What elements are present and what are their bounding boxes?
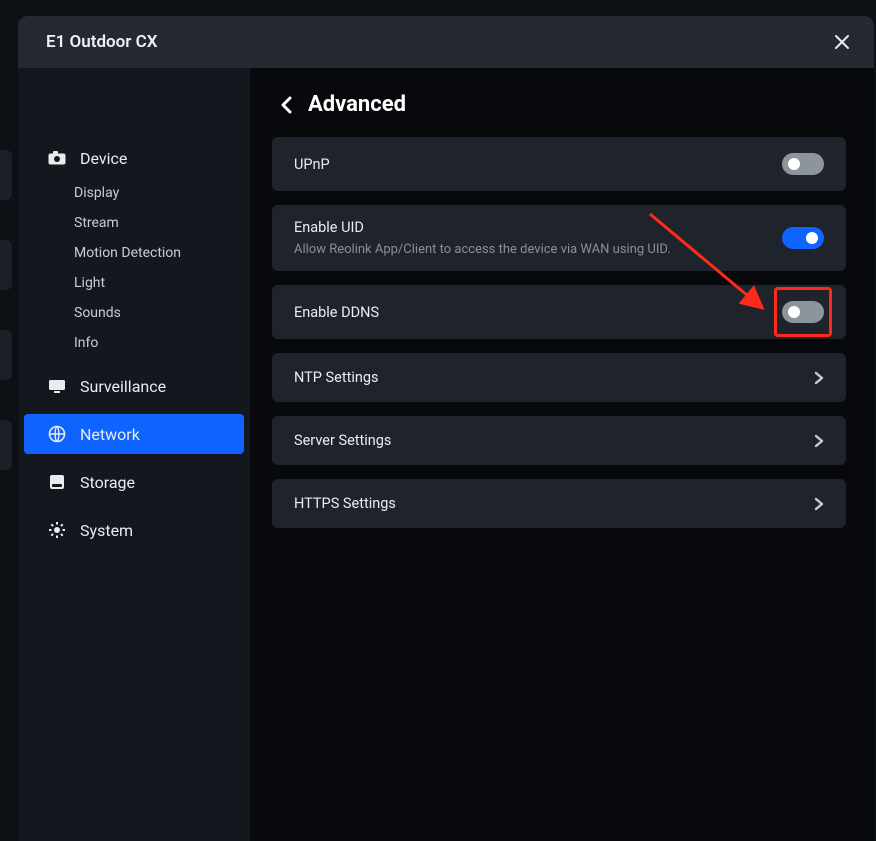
sidebar: Device Display Stream Motion Detection L…	[18, 68, 250, 841]
sidebar-sub-info[interactable]: Info	[74, 328, 250, 358]
toggle-ddns[interactable]	[782, 301, 824, 323]
sidebar-item-network[interactable]: Network	[24, 414, 244, 454]
setting-label: HTTPS Settings	[294, 495, 396, 512]
sidebar-item-system[interactable]: System	[18, 510, 250, 550]
page-header: Advanced	[276, 92, 846, 117]
setting-label: Enable UID	[294, 219, 671, 236]
sidebar-item-storage[interactable]: Storage	[18, 462, 250, 502]
monitor-icon	[48, 377, 66, 395]
chevron-right-icon	[814, 434, 824, 448]
setting-label: Enable DDNS	[294, 304, 379, 321]
setting-row-uid: Enable UID Allow Reolink App/Client to a…	[272, 205, 846, 271]
globe-icon	[48, 425, 66, 443]
setting-row-ntp[interactable]: NTP Settings	[272, 353, 846, 402]
content-area: Advanced UPnP Enable UID Allow Reolink A…	[250, 68, 874, 841]
titlebar: E1 Outdoor CX	[18, 16, 874, 68]
setting-row-upnp: UPnP	[272, 137, 846, 191]
sidebar-sub-stream[interactable]: Stream	[74, 208, 250, 238]
setting-label: UPnP	[294, 156, 330, 173]
setting-description: Allow Reolink App/Client to access the d…	[294, 242, 671, 257]
sidebar-item-label: Surveillance	[80, 377, 166, 396]
toggle-knob	[788, 158, 800, 170]
sidebar-sub-motion-detection[interactable]: Motion Detection	[74, 238, 250, 268]
sidebar-item-device[interactable]: Device	[18, 138, 250, 178]
setting-row-server[interactable]: Server Settings	[272, 416, 846, 465]
close-icon	[833, 33, 851, 51]
toggle-knob	[788, 306, 800, 318]
back-button[interactable]	[276, 94, 298, 116]
settings-window: E1 Outdoor CX Device Display Stream Moti…	[18, 16, 874, 841]
window-title: E1 Outdoor CX	[46, 32, 157, 52]
chevron-left-icon	[280, 96, 294, 114]
setting-row-ddns: Enable DDNS	[272, 285, 846, 339]
sidebar-item-label: Device	[80, 149, 127, 168]
setting-row-https[interactable]: HTTPS Settings	[272, 479, 846, 528]
sidebar-item-label: Storage	[80, 473, 135, 492]
sidebar-sub-light[interactable]: Light	[74, 268, 250, 298]
background-shelf-tabs	[0, 150, 12, 470]
toggle-knob	[806, 232, 818, 244]
sidebar-item-label: System	[80, 521, 133, 540]
camera-icon	[48, 149, 66, 167]
toggle-upnp[interactable]	[782, 153, 824, 175]
chevron-right-icon	[814, 497, 824, 511]
sidebar-item-label: Network	[80, 425, 140, 444]
gear-icon	[48, 521, 66, 539]
sidebar-sub-sounds[interactable]: Sounds	[74, 298, 250, 328]
setting-label: Server Settings	[294, 432, 391, 449]
app-backdrop: E1 Outdoor CX Device Display Stream Moti…	[0, 0, 876, 841]
chevron-right-icon	[814, 371, 824, 385]
sidebar-item-surveillance[interactable]: Surveillance	[18, 366, 250, 406]
page-title: Advanced	[308, 92, 406, 117]
toggle-uid[interactable]	[782, 227, 824, 249]
setting-label: NTP Settings	[294, 369, 378, 386]
sidebar-sub-display[interactable]: Display	[74, 178, 250, 208]
close-button[interactable]	[828, 28, 856, 56]
disk-icon	[48, 473, 66, 491]
